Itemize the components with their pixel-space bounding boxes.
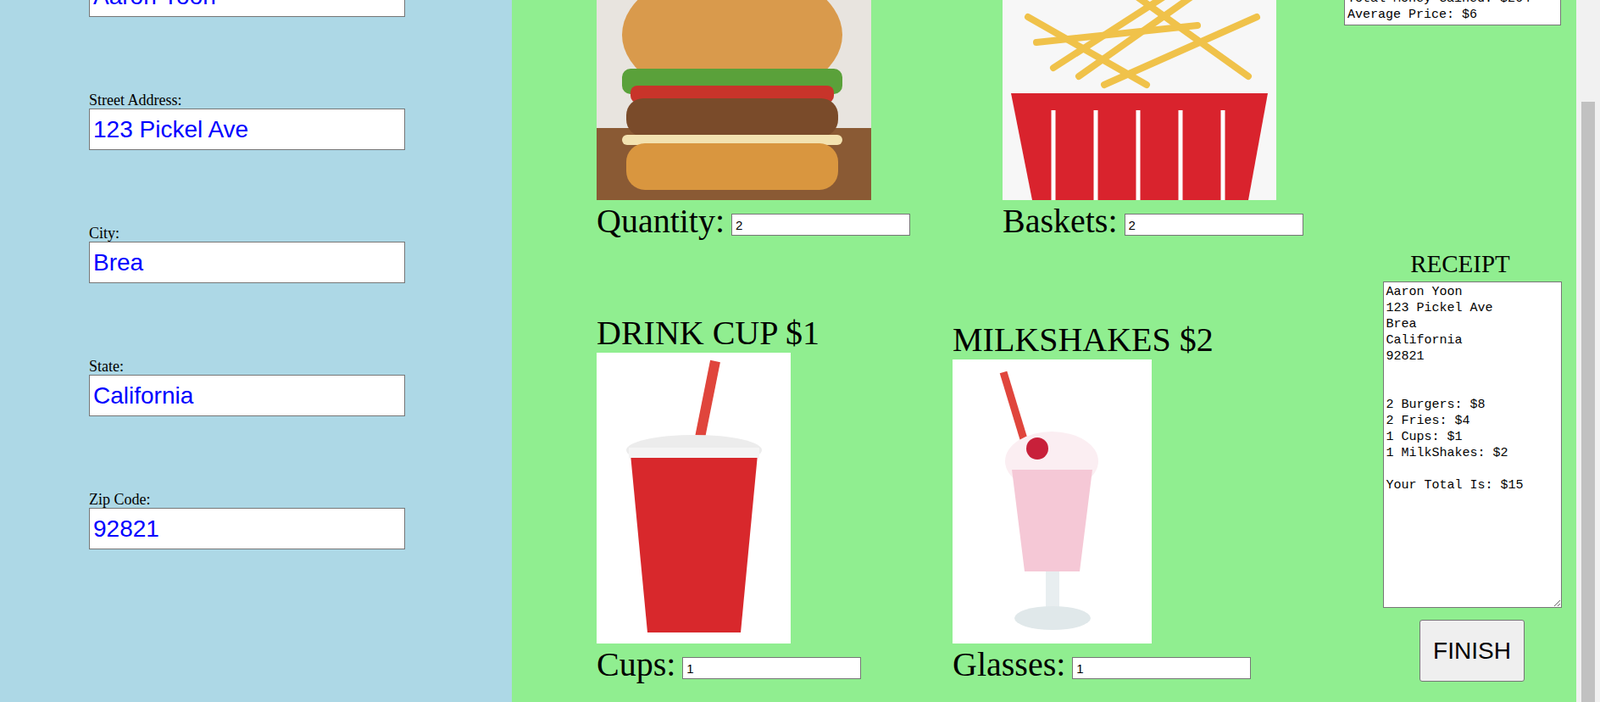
stats-line: Average Price: $6 xyxy=(1347,6,1558,23)
field-input[interactable] xyxy=(88,507,406,550)
quantity-input[interactable] xyxy=(1072,656,1251,679)
receipt-title: RECEIPT xyxy=(1410,249,1511,278)
fries-icon xyxy=(1002,0,1277,200)
field-label: City: xyxy=(88,224,512,242)
quantity-row: Baskets: xyxy=(1002,201,1304,241)
field-input[interactable] xyxy=(88,374,406,417)
cup-icon xyxy=(596,352,791,644)
quantity-row: Glasses: xyxy=(952,644,1251,684)
quantity-label: Baskets: xyxy=(1002,201,1118,241)
customer-field: Zip Code: xyxy=(88,490,512,550)
quantity-row: Quantity: xyxy=(596,201,1003,241)
summary-column: Total Money Gained: $264Average Price: $… xyxy=(1344,0,1577,702)
quantity-label: Cups: xyxy=(596,644,676,684)
menu-row: DRINK CUP $1 Cups: MILKSHAKES $2 Glasses: xyxy=(596,313,1345,684)
menu-row: Quantity: Baskets: xyxy=(596,0,1345,241)
receipt-box[interactable]: Aaron Yoon 123 Pickel Ave Brea Californi… xyxy=(1383,281,1562,608)
customer-field: City: xyxy=(88,224,512,284)
field-label: Street Address: xyxy=(88,91,512,109)
menu-item: Baskets: xyxy=(1002,0,1304,241)
quantity-input[interactable] xyxy=(1124,213,1304,236)
item-title: DRINK CUP $1 xyxy=(596,313,953,353)
scrollbar[interactable] xyxy=(1576,0,1600,702)
finish-button[interactable]: FINISH xyxy=(1419,619,1525,682)
menu-item: MILKSHAKES $2 Glasses: xyxy=(952,320,1251,684)
customer-field: Street Address: xyxy=(88,91,512,150)
field-label: Zip Code: xyxy=(88,490,512,508)
menu: Quantity: Baskets: DRINK CUP $1 Cups: MILKSH… xyxy=(511,0,1345,702)
shake-icon xyxy=(952,359,1152,644)
item-title: MILKSHAKES $2 xyxy=(952,320,1251,360)
quantity-label: Glasses: xyxy=(952,644,1066,684)
field-label: State: xyxy=(88,357,512,375)
menu-item: Quantity: xyxy=(596,0,1003,241)
field-input[interactable] xyxy=(88,241,406,284)
field-input[interactable] xyxy=(88,0,406,17)
stats-line: Total Money Gained: $264 xyxy=(1347,0,1558,7)
menu-item: DRINK CUP $1 Cups: xyxy=(596,313,953,684)
customer-field xyxy=(88,0,512,17)
burger-icon xyxy=(596,0,872,200)
quantity-label: Quantity: xyxy=(596,201,725,241)
order-area: Quantity: Baskets: DRINK CUP $1 Cups: MILKSH… xyxy=(511,0,1577,702)
quantity-input[interactable] xyxy=(682,656,862,679)
field-input[interactable] xyxy=(88,108,406,150)
customer-panel: Street Address: City: State: Zip Code: xyxy=(0,0,512,702)
quantity-row: Cups: xyxy=(596,644,953,684)
customer-field: State: xyxy=(88,357,512,417)
stats-box[interactable]: Total Money Gained: $264Average Price: $… xyxy=(1344,0,1562,26)
quantity-input[interactable] xyxy=(731,213,911,236)
scrollbar-thumb[interactable] xyxy=(1581,101,1595,702)
